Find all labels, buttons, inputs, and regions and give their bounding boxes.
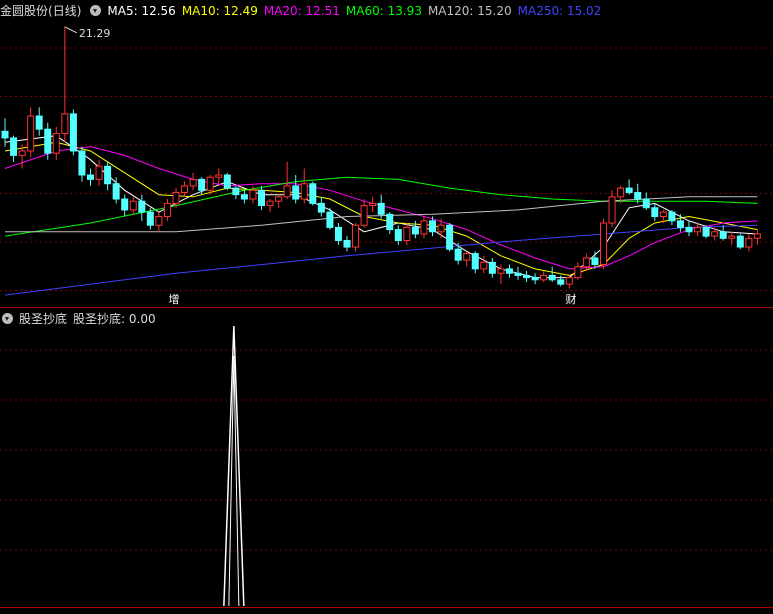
high-marker-leader — [64, 26, 78, 34]
candle-down — [642, 198, 650, 209]
signal-spike-inner — [228, 355, 240, 607]
candle-up — [352, 224, 360, 248]
ma250-line — [4, 224, 758, 296]
candle-up — [437, 224, 445, 233]
candle-down — [625, 187, 633, 193]
candle-up — [582, 257, 590, 268]
candle-up — [189, 178, 197, 187]
candle-down — [112, 183, 120, 200]
candle-down — [394, 229, 402, 242]
candle-up — [403, 226, 411, 242]
candle-up — [283, 185, 291, 198]
candle-up — [275, 196, 283, 202]
candle-up — [574, 266, 582, 279]
candle-down — [104, 165, 112, 185]
candle-up — [18, 150, 26, 156]
candle-up — [480, 261, 488, 270]
candle-down — [317, 202, 325, 213]
candle-down — [514, 272, 522, 276]
kline-chart-window: { "main_panel": { "stock_name": "金圆股份", … — [0, 0, 773, 614]
candle-down — [1, 130, 9, 139]
candle-down — [44, 128, 52, 154]
candle-up — [694, 226, 702, 233]
candle-up — [659, 211, 667, 217]
candle-up — [711, 231, 719, 237]
candle-down — [676, 220, 684, 228]
candle-up — [497, 268, 505, 274]
candle-up — [617, 187, 625, 198]
candle-down — [685, 226, 693, 233]
candle-down — [386, 213, 394, 231]
candle-down — [292, 185, 300, 200]
candle-down — [591, 257, 599, 266]
candle-down — [446, 224, 454, 250]
candle-down — [429, 220, 436, 233]
candle-up — [206, 176, 214, 191]
candle-down — [736, 235, 744, 248]
candle-up — [27, 115, 35, 152]
candle-up — [463, 253, 471, 261]
candle-down — [454, 248, 462, 261]
candle-down — [198, 178, 206, 191]
candle-down — [343, 240, 351, 248]
candle-down — [702, 226, 710, 237]
candle-down — [548, 274, 556, 281]
candle-up — [181, 185, 189, 193]
candle-up — [215, 174, 223, 178]
candle-down — [87, 174, 94, 180]
candle-down — [10, 137, 18, 156]
candle-down — [634, 191, 642, 200]
candle-down — [326, 211, 334, 228]
candle-down — [531, 277, 539, 281]
candle-up — [163, 202, 171, 217]
high-marker-label: 21.29 — [79, 27, 111, 40]
candle-down — [146, 211, 154, 226]
candle-down — [69, 113, 77, 152]
candle-up — [600, 222, 607, 266]
candle-up — [155, 215, 163, 226]
candle-up — [728, 235, 736, 239]
candle-up — [753, 233, 761, 239]
candle-up — [266, 200, 274, 207]
candle-down — [334, 226, 342, 242]
candle-up — [249, 189, 257, 200]
candle-down — [223, 174, 231, 189]
candle-down — [505, 268, 513, 274]
candle-up — [95, 165, 103, 180]
candle-up — [300, 183, 308, 200]
candle-down — [377, 202, 385, 215]
candle-down — [78, 150, 86, 176]
candle-up — [52, 133, 60, 154]
candle-up — [420, 220, 428, 235]
candle-up — [61, 113, 69, 135]
candle-down — [719, 231, 727, 239]
chart-canvas: 21.29 增 财 — [0, 26, 773, 608]
event-marker: 财 — [566, 292, 577, 306]
candle-up — [540, 274, 548, 281]
candle-down — [488, 261, 496, 274]
candle-up — [565, 277, 573, 285]
candle-down — [240, 194, 248, 200]
candle-down — [35, 115, 43, 130]
candle-down — [557, 279, 565, 285]
candle-up — [745, 237, 753, 248]
candle-up — [172, 191, 180, 204]
candle-up — [608, 196, 616, 224]
candle-up — [360, 205, 368, 226]
candle-down — [138, 200, 146, 213]
candle-down — [411, 226, 419, 235]
candle-up — [369, 202, 377, 207]
candle-down — [471, 253, 479, 270]
event-marker: 增 — [169, 292, 180, 306]
candle-down — [121, 198, 129, 211]
candle-down — [309, 183, 317, 204]
candle-down — [523, 274, 531, 279]
candle-up — [129, 200, 137, 211]
candle-down — [232, 187, 240, 196]
candle-down — [668, 211, 676, 222]
candle-down — [258, 189, 265, 207]
candle-down — [651, 207, 659, 217]
